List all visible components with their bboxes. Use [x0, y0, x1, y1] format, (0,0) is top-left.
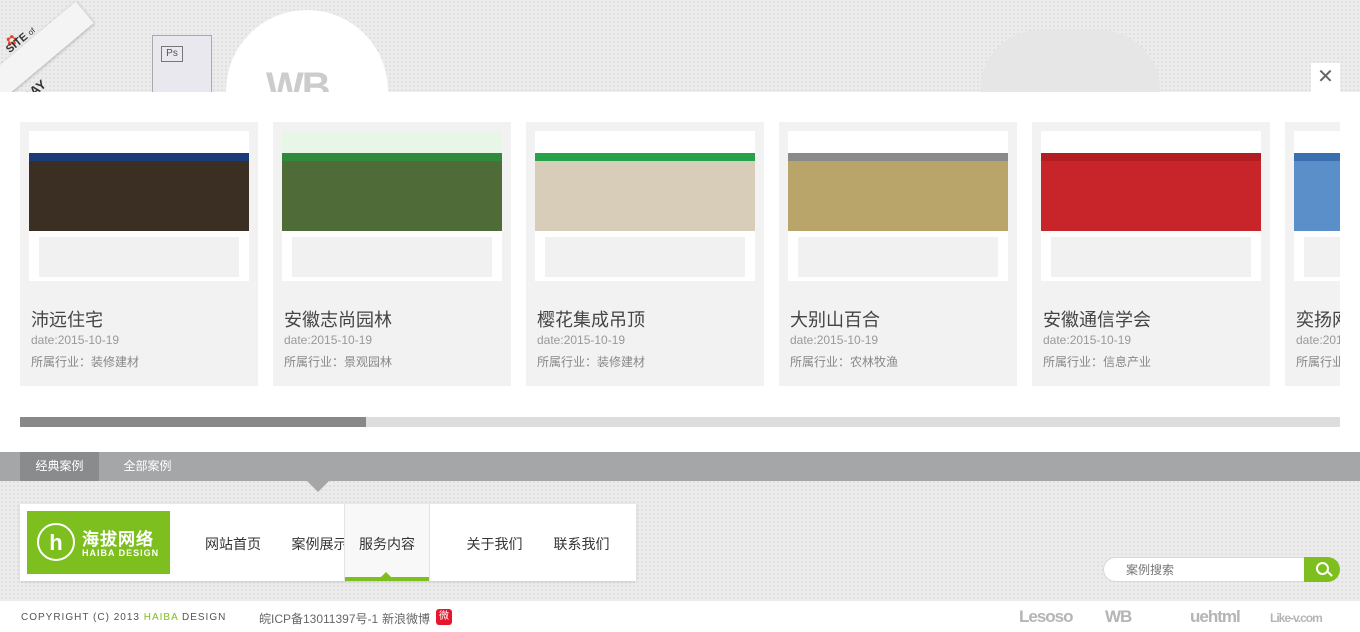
thumb-hero — [535, 161, 755, 231]
thumb-header — [788, 131, 1008, 154]
case-title[interactable]: 沛远住宅 — [31, 306, 103, 332]
nav-item-home[interactable]: 网站首页 — [190, 504, 276, 581]
search-button[interactable] — [1304, 557, 1340, 582]
case-industry: 所属行业：农林牧渔 — [790, 355, 899, 369]
case-title[interactable]: 安徽通信学会 — [1043, 306, 1151, 332]
partner-logo-lesoso[interactable]: Lesoso — [1019, 607, 1074, 627]
thumb-header — [282, 131, 502, 154]
case-industry: 所属行业：装修建材 — [537, 355, 646, 369]
case-date: date:2015-10-19 — [790, 333, 879, 347]
case-card[interactable]: 樱花集成吊顶 date:2015-10-19 所属行业：装修建材 — [526, 122, 764, 386]
thumb-nav — [29, 153, 249, 161]
thumb-header — [29, 131, 249, 154]
thumb-hero — [1294, 161, 1340, 231]
thumb-nav — [535, 153, 755, 161]
gallery-scrollbar[interactable] — [20, 417, 1340, 427]
case-card[interactable]: 安徽志尚园林 date:2015-10-19 所属行业：景观园林 — [273, 122, 511, 386]
tab-all-cases[interactable]: 全部案例 — [109, 452, 186, 481]
tab-pointer-arrow — [307, 481, 329, 492]
case-industry: 所属行业 — [1296, 355, 1340, 369]
partner-logo-wb[interactable]: WB — [1105, 607, 1132, 627]
close-button[interactable]: ✕ — [1311, 63, 1340, 92]
wb-text: WB — [266, 65, 331, 92]
case-date: date:2015-10-19 — [537, 333, 626, 347]
thumb-nav — [282, 153, 502, 161]
case-date: date:2015-10-19 — [284, 333, 373, 347]
case-date: date:201 — [1296, 333, 1340, 347]
logo-en-text: HAIBA DESIGN — [82, 548, 160, 558]
copyright-text: COPYRIGHT (C) 2013 HAIBA DESIGN — [21, 612, 226, 623]
wb-circle-decoration: WB — [226, 10, 388, 92]
thumb-nav — [788, 153, 1008, 161]
case-title[interactable]: 奕扬网 — [1296, 306, 1340, 332]
active-indicator-icon — [381, 572, 391, 577]
case-tabbar: 经典案例 全部案例 — [0, 452, 1360, 481]
case-title[interactable]: 大别山百合 — [790, 306, 880, 332]
case-thumbnail[interactable] — [282, 131, 502, 281]
nav-item-about[interactable]: 关于我们 — [451, 504, 538, 581]
ps-icon: Ps — [161, 46, 183, 62]
case-date: date:2015-10-19 — [31, 333, 120, 347]
search-icon-handle — [1327, 571, 1333, 577]
thumb-body — [292, 237, 492, 277]
case-thumbnail[interactable] — [1041, 131, 1261, 281]
nav-item-services[interactable]: 服务内容 — [344, 504, 430, 581]
nav-item-contact[interactable]: 联系我们 — [538, 504, 625, 581]
case-industry: 所属行业：装修建材 — [31, 355, 140, 369]
haiba-logo[interactable]: h 海拔网络 HAIBA DESIGN — [27, 511, 170, 574]
copyright-prefix: COPYRIGHT (C) 2013 — [21, 612, 144, 623]
partner-logo-uehtml[interactable]: uehtml — [1190, 607, 1241, 627]
gallery-scrollbar-thumb[interactable] — [20, 417, 366, 427]
case-thumbnail[interactable] — [29, 131, 249, 281]
footer: COPYRIGHT (C) 2013 HAIBA DESIGN 皖ICP备130… — [0, 601, 1360, 632]
partner-logo-likev[interactable]: Like-v.com — [1270, 611, 1323, 625]
sotd-of: of — [26, 26, 38, 38]
nav-item-services-label: 服务内容 — [359, 536, 415, 552]
case-card[interactable]: 奕扬网date:201 所属行业 — [1285, 122, 1340, 386]
thumb-body — [798, 237, 998, 277]
case-card-list: 沛远住宅 date:2015-10-19 所属行业：装修建材 安徽志尚园林 date:2… — [20, 122, 1340, 387]
case-date: date:2015-10-19 — [1043, 333, 1132, 347]
case-title[interactable]: 樱花集成吊顶 — [537, 306, 645, 332]
thumb-hero — [788, 161, 1008, 231]
search-input[interactable] — [1103, 557, 1304, 582]
case-industry: 所属行业：景观园林 — [284, 355, 393, 369]
thumb-header — [535, 131, 755, 154]
tab-classic-cases[interactable]: 经典案例 — [20, 452, 99, 481]
case-thumbnail[interactable] — [535, 131, 755, 281]
thumb-hero — [282, 161, 502, 231]
thumb-body — [545, 237, 745, 277]
case-card[interactable]: 大别山百合 date:2015-10-19 所属行业：农林牧渔 — [779, 122, 1017, 386]
thumb-header — [1294, 131, 1340, 154]
case-thumbnail[interactable] — [788, 131, 1008, 281]
case-title[interactable]: 安徽志尚园林 — [284, 306, 392, 332]
thumb-hero — [1041, 161, 1261, 231]
top-decoration: ✿ SITE of the DAY Ps WB — [0, 0, 1360, 92]
ps-decoration: Ps — [152, 35, 212, 92]
case-search — [1103, 557, 1340, 582]
weibo-link[interactable]: 新浪微博 — [382, 610, 430, 627]
case-thumbnail[interactable] — [1294, 131, 1340, 281]
thumb-nav — [1294, 153, 1340, 161]
hand-decoration — [980, 30, 1160, 92]
icp-link[interactable]: 皖ICP备13011397号-1 — [259, 610, 378, 627]
case-gallery-panel: 沛远住宅 date:2015-10-19 所属行业：装修建材 安徽志尚园林 date:2… — [0, 92, 1360, 452]
copyright-suffix: DESIGN — [178, 612, 227, 623]
thumb-body — [39, 237, 239, 277]
thumb-hero — [29, 161, 249, 231]
logo-mark-icon: h — [37, 523, 75, 561]
weibo-icon[interactable]: 微 — [436, 609, 452, 625]
thumb-header — [1041, 131, 1261, 154]
thumb-body — [1051, 237, 1251, 277]
main-navigation: h 海拔网络 HAIBA DESIGN 网站首页 案例展示 服务内容 关于我们 … — [20, 504, 636, 581]
thumb-body — [1304, 237, 1340, 277]
case-industry: 所属行业：信息产业 — [1043, 355, 1152, 369]
case-card[interactable]: 沛远住宅 date:2015-10-19 所属行业：装修建材 — [20, 122, 258, 386]
logo-cn-text: 海拔网络 — [82, 530, 154, 549]
copyright-brand: HAIBA — [143, 612, 179, 623]
case-card[interactable]: 安徽通信学会 date:2015-10-19 所属行业：信息产业 — [1032, 122, 1270, 386]
thumb-nav — [1041, 153, 1261, 161]
